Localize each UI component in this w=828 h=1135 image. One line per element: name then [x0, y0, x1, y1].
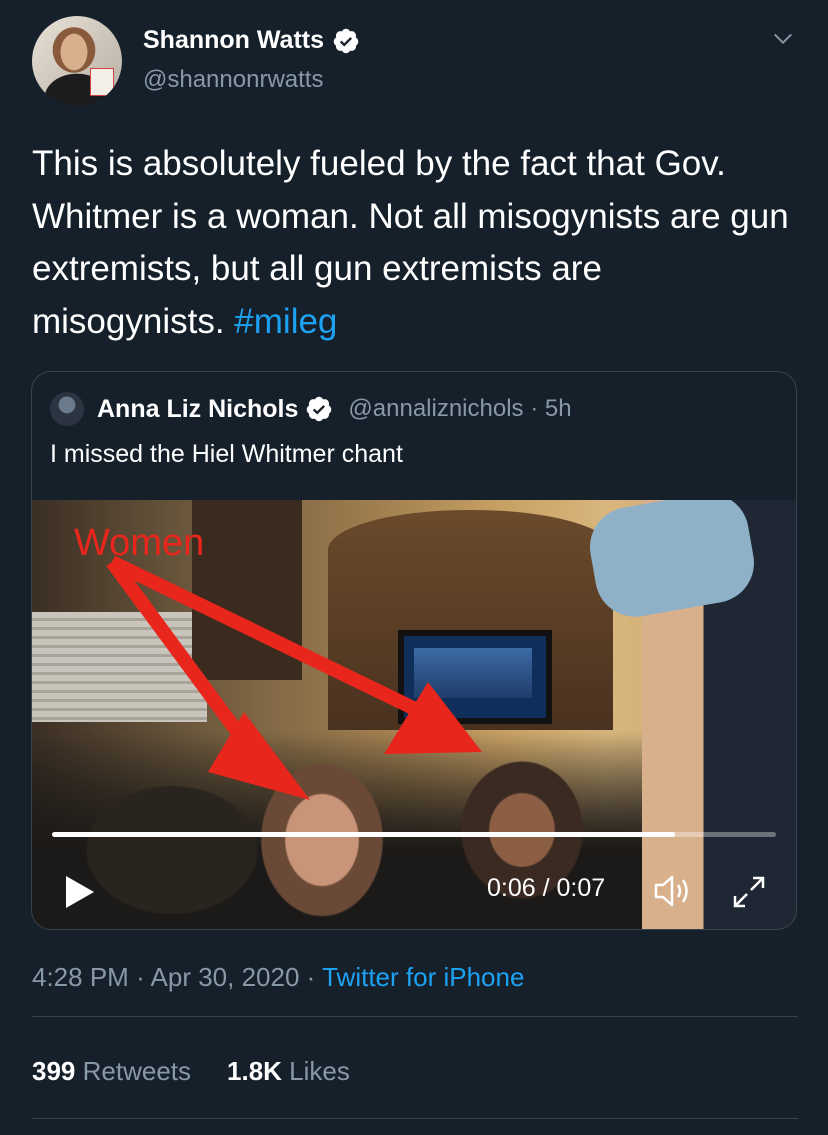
likes-count: 1.8K	[227, 1056, 282, 1086]
verified-badge-icon	[333, 28, 359, 53]
verified-badge-icon	[307, 396, 332, 422]
avatar-sign-graphic	[90, 68, 114, 96]
quoted-author-name[interactable]: Anna Liz Nichols	[97, 395, 298, 424]
author-handle[interactable]: @shannonrwatts	[143, 66, 323, 94]
divider	[32, 1016, 798, 1017]
video-time: 0:06 / 0:07	[487, 874, 606, 902]
play-icon[interactable]	[64, 874, 96, 910]
tweet-time[interactable]: 4:28 PM	[32, 962, 129, 992]
tweet-text: This is absolutely fueled by the fact th…	[32, 144, 789, 341]
tweet-body: This is absolutely fueled by the fact th…	[32, 138, 802, 348]
video-overlay-label: Women	[74, 522, 205, 564]
hashtag-link[interactable]: #mileg	[234, 302, 337, 341]
likes-label: Likes	[289, 1056, 350, 1086]
quoted-tweet-text: I missed the Hiel Whitmer chant	[50, 440, 403, 468]
video-player[interactable]: Women 0:06 / 0:07	[32, 500, 796, 929]
author-name-row: Shannon Watts	[143, 26, 360, 55]
meta-separator: ·	[136, 962, 145, 992]
meta-separator: ·	[306, 962, 316, 992]
video-progress-bar[interactable]	[52, 832, 776, 837]
author-display-name[interactable]: Shannon Watts	[143, 26, 324, 55]
likes-stat[interactable]: 1.8K Likes	[227, 1056, 350, 1087]
video-progress-fill	[52, 832, 675, 837]
quoted-tweet-header: Anna Liz Nichols @annaliznichols · 5h	[50, 392, 572, 426]
retweets-stat[interactable]: 399 Retweets	[32, 1056, 191, 1087]
tweet-stats: 399 Retweets 1.8K Likes	[32, 1056, 350, 1087]
tweet-meta: 4:28 PM · Apr 30, 2020 · Twitter for iPh…	[32, 962, 524, 993]
retweets-count: 399	[32, 1056, 76, 1086]
fullscreen-icon[interactable]	[729, 872, 769, 912]
quoted-author-avatar[interactable]	[50, 392, 84, 426]
author-avatar[interactable]	[32, 16, 122, 106]
divider	[32, 1118, 798, 1119]
tweet-date[interactable]: Apr 30, 2020	[151, 962, 300, 992]
chevron-down-icon[interactable]	[772, 28, 794, 50]
tweet-header: Shannon Watts @shannonrwatts	[32, 16, 804, 112]
retweets-label: Retweets	[82, 1056, 192, 1086]
volume-icon[interactable]	[652, 872, 694, 910]
tweet-source-link[interactable]: Twitter for iPhone	[322, 962, 524, 992]
quoted-tweet-card[interactable]: Anna Liz Nichols @annaliznichols · 5h I …	[31, 371, 797, 930]
quoted-author-handle-time[interactable]: @annaliznichols · 5h	[348, 395, 571, 423]
